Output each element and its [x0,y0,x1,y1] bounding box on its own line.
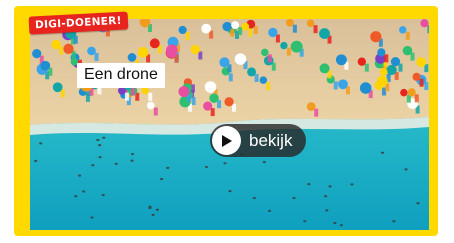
play-icon [212,126,241,155]
watch-label: bekijk [249,130,293,150]
video-title: Een drone [77,63,165,88]
watch-button[interactable]: bekijk [210,124,307,157]
